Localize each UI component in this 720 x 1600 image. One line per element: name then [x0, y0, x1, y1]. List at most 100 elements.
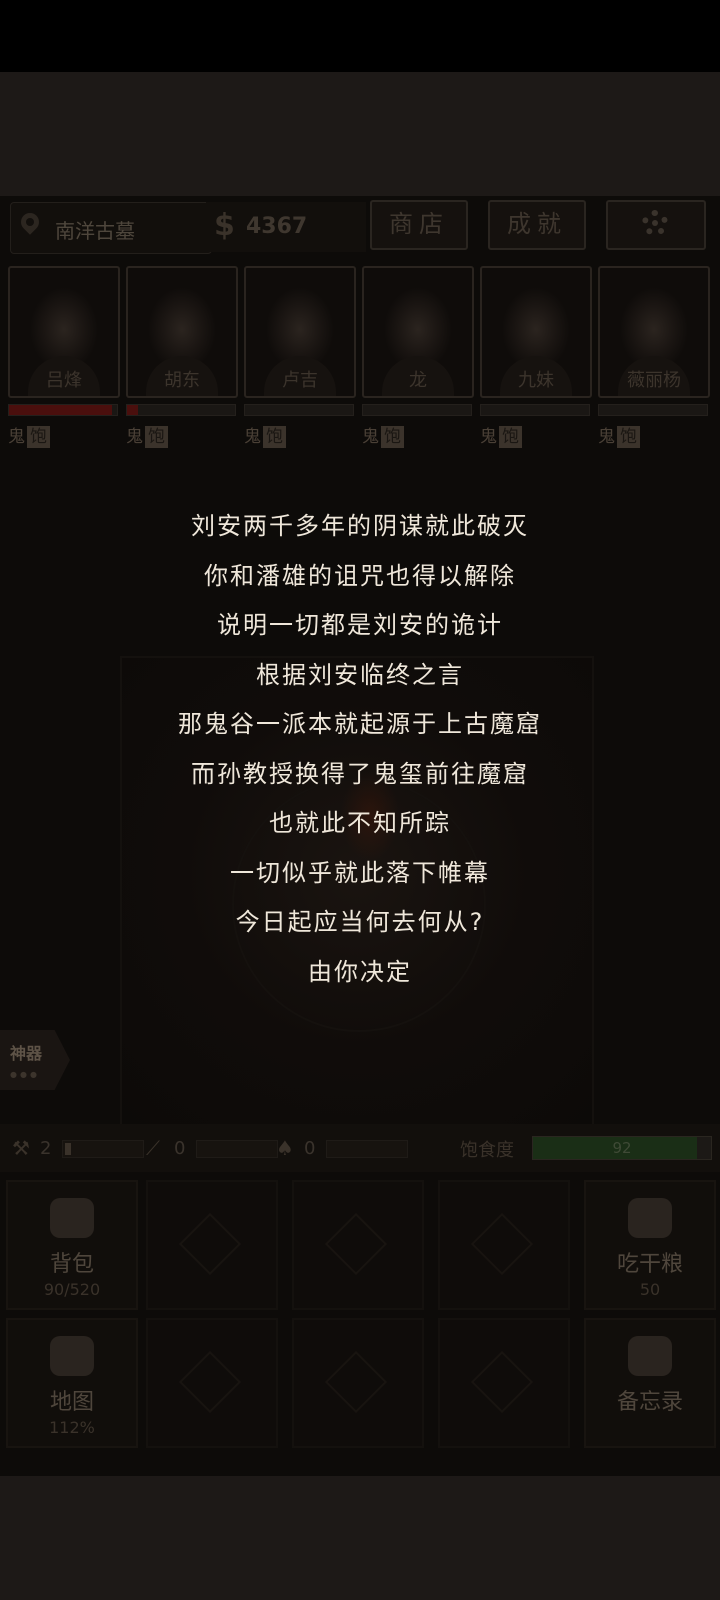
story-line: 你和潘雄的诅咒也得以解除 — [204, 561, 516, 590]
health-bar — [126, 404, 236, 416]
pickaxe-counter: ⟋ 0 — [146, 1136, 286, 1160]
character-card[interactable]: 薇丽杨 鬼饱 — [598, 266, 710, 450]
notebook-icon — [628, 1336, 672, 1376]
shovel-count: 0 — [304, 1138, 316, 1159]
top-letterbox — [0, 72, 720, 196]
eat-rations-label: 吃干粮 — [616, 1252, 683, 1277]
character-portrait: 九妹 — [480, 266, 592, 398]
story-line: 而孙教授换得了鬼玺前往魔窟 — [191, 759, 529, 788]
status-badges: 鬼饱 — [480, 426, 592, 450]
torch-fill — [65, 1143, 71, 1155]
health-bar — [244, 404, 354, 416]
money-value: 4367 — [246, 214, 308, 239]
health-fill — [127, 405, 138, 415]
shop-button[interactable]: 商店 — [370, 200, 468, 250]
backpack-label: 背包 — [49, 1252, 94, 1277]
character-card[interactable]: 九妹 鬼饱 — [480, 266, 592, 450]
memo-button[interactable]: 备忘录 — [584, 1318, 716, 1448]
dungeon-tile[interactable] — [292, 1180, 424, 1310]
character-card[interactable]: 吕烽 鬼饱 — [8, 266, 120, 450]
story-line: 一切似乎就此落下帷幕 — [230, 858, 490, 887]
fed-badge: 饱 — [263, 426, 286, 448]
map-label: 地图 — [49, 1390, 94, 1415]
character-name: 九妹 — [518, 370, 554, 391]
dollar-icon: $ — [214, 208, 235, 243]
ghost-badge: 鬼 — [126, 427, 143, 447]
dungeon-tile[interactable] — [292, 1318, 424, 1448]
character-name: 薇丽杨 — [627, 370, 681, 391]
character-name: 胡东 — [164, 370, 200, 391]
character-card[interactable]: 龙 鬼饱 — [362, 266, 474, 450]
map-progress: 112% — [49, 1418, 95, 1437]
memo-label: 备忘录 — [616, 1390, 683, 1415]
torch-bar — [62, 1140, 144, 1158]
backpack-icon — [50, 1198, 94, 1238]
status-badges: 鬼饱 — [126, 426, 238, 450]
torch-count: 2 — [40, 1138, 52, 1159]
artifact-button[interactable]: 神器 ●●● — [0, 1030, 70, 1090]
health-bar — [480, 404, 590, 416]
status-badges: 鬼饱 — [362, 426, 474, 450]
eat-rations-button[interactable]: 吃干粮 50 — [584, 1180, 716, 1310]
dungeon-tile[interactable] — [438, 1318, 570, 1448]
ghost-badge: 鬼 — [8, 427, 25, 447]
shovel-counter: ♠ 0 — [276, 1136, 416, 1160]
story-line: 今日起应当何去何从? — [235, 908, 485, 936]
health-bar — [362, 404, 472, 416]
location-box: 南洋古墓 — [10, 202, 212, 254]
map-button[interactable]: 地图 112% — [6, 1318, 138, 1448]
gear-icon — [642, 210, 668, 236]
health-bar — [598, 404, 708, 416]
hunger-bar: 92 — [532, 1136, 712, 1160]
dungeon-tile[interactable] — [146, 1318, 278, 1448]
map-icon — [50, 1336, 94, 1376]
status-badges: 鬼饱 — [8, 426, 120, 450]
ghost-badge: 鬼 — [598, 427, 615, 447]
rations-count: 50 — [639, 1280, 661, 1299]
backpack-button[interactable]: 背包 90/520 — [6, 1180, 138, 1310]
character-name: 卢吉 — [282, 370, 318, 391]
ghost-badge: 鬼 — [480, 427, 497, 447]
story-line: 也就此不知所踪 — [269, 809, 451, 837]
character-portrait: 吕烽 — [8, 266, 120, 398]
hunger-label: 饱食度 — [460, 1140, 514, 1161]
character-name: 吕烽 — [46, 370, 82, 391]
shovel-icon: ♠ — [276, 1136, 294, 1160]
top-bar: 南洋古墓 $ 4367 商店 成就 — [4, 200, 716, 254]
bottom-letterbox — [0, 1476, 720, 1600]
character-card[interactable]: 卢吉 鬼饱 — [244, 266, 356, 450]
story-line: 根据刘安临终之言 — [256, 660, 464, 689]
money-box: $ 4367 — [206, 202, 366, 252]
status-bar-area — [0, 0, 720, 72]
story-line: 说明一切都是刘安的诡计 — [217, 611, 503, 639]
character-card[interactable]: 胡东 鬼饱 — [126, 266, 238, 450]
story-text[interactable]: 刘安两千多年的阴谋就此破灭 你和潘雄的诅咒也得以解除 说明一切都是刘安的诡计 根… — [0, 502, 720, 997]
fed-badge: 饱 — [145, 426, 168, 448]
health-bar — [8, 404, 118, 416]
dungeon-tile[interactable] — [438, 1180, 570, 1310]
story-line: 由你决定 — [308, 957, 412, 986]
ghost-badge: 鬼 — [362, 427, 379, 447]
location-pin-icon — [17, 209, 43, 235]
status-badges: 鬼饱 — [598, 426, 710, 450]
location-name: 南洋古墓 — [55, 219, 135, 243]
character-name: 龙 — [409, 370, 427, 391]
shovel-bar — [326, 1140, 408, 1158]
character-portrait: 胡东 — [126, 266, 238, 398]
fed-badge: 饱 — [27, 426, 50, 448]
torch-icon: ⚒ — [12, 1136, 30, 1160]
ghost-badge: 鬼 — [244, 427, 261, 447]
character-portrait: 薇丽杨 — [598, 266, 710, 398]
torch-counter: ⚒ 2 — [12, 1136, 152, 1160]
achievements-button[interactable]: 成就 — [488, 200, 586, 250]
pickaxe-bar — [196, 1140, 278, 1158]
game-screen: 南洋古墓 $ 4367 商店 成就 吕烽 鬼饱 胡东 鬼饱 卢吉 鬼饱 龙 鬼饱… — [0, 196, 720, 1476]
pickaxe-icon: ⟋ — [146, 1136, 160, 1160]
artifact-dots: ●●● — [10, 1070, 40, 1079]
pickaxe-count: 0 — [174, 1138, 186, 1159]
fed-badge: 饱 — [499, 426, 522, 448]
story-line: 那鬼谷一派本就起源于上古魔窟 — [178, 710, 542, 738]
character-portrait: 卢吉 — [244, 266, 356, 398]
dungeon-tile[interactable] — [146, 1180, 278, 1310]
status-badges: 鬼饱 — [244, 426, 356, 450]
